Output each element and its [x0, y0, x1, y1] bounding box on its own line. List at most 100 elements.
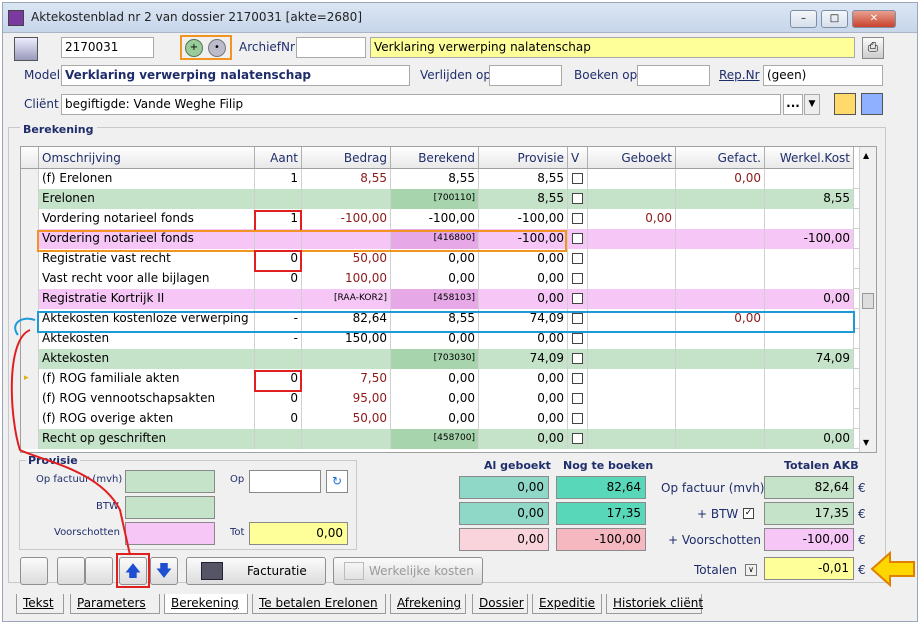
cell-bedrag[interactable]: [302, 349, 391, 369]
archief-input[interactable]: [296, 37, 366, 58]
prov-tot-field[interactable]: 0,00: [249, 522, 348, 545]
tab-expeditie[interactable]: Expeditie: [532, 594, 602, 614]
close-button[interactable]: ✕: [852, 10, 896, 28]
cell-aant[interactable]: [255, 349, 302, 369]
cell-aant[interactable]: [255, 189, 302, 209]
cell-berekend[interactable]: [700110]: [391, 189, 479, 209]
table-row[interactable]: Erelonen [700110] 8,55 8,55: [21, 189, 859, 209]
tab-dossier[interactable]: Dossier: [472, 594, 528, 614]
cell-berekend[interactable]: 8,55: [391, 169, 479, 189]
scroll-down-icon[interactable]: ▼: [863, 438, 869, 447]
cell-v[interactable]: [568, 389, 588, 409]
nav-icon[interactable]: •: [208, 39, 226, 57]
cell-omschrijving[interactable]: (f) Erelonen: [39, 169, 255, 189]
copy-icon[interactable]: [57, 557, 85, 585]
cell-geboekt[interactable]: [588, 269, 676, 289]
cell-berekend[interactable]: [703030]: [391, 349, 479, 369]
tab-tekst[interactable]: Tekst: [16, 594, 64, 614]
add-icon[interactable]: +: [185, 39, 203, 57]
cell-v[interactable]: [568, 409, 588, 429]
cell-bedrag[interactable]: 95,00: [302, 389, 391, 409]
cell-geboekt[interactable]: 0,00: [588, 209, 676, 229]
cell-bedrag[interactable]: 7,50: [302, 369, 391, 389]
cell-provisie[interactable]: 0,00: [479, 269, 568, 289]
cell-provisie[interactable]: 8,55: [479, 189, 568, 209]
tab-berekening[interactable]: Berekening: [164, 594, 248, 614]
prov-op-input[interactable]: [249, 470, 321, 493]
cell-geboekt[interactable]: [588, 229, 676, 249]
v-checkbox[interactable]: [572, 433, 583, 444]
col-aant[interactable]: Aant: [255, 147, 302, 169]
boeken-input[interactable]: [637, 65, 710, 86]
cell-aant[interactable]: 0: [255, 409, 302, 429]
cell-aant[interactable]: [255, 429, 302, 449]
cell-v[interactable]: [568, 269, 588, 289]
row-selector[interactable]: [21, 269, 39, 289]
cell-gefact[interactable]: [676, 209, 765, 229]
v-checkbox[interactable]: [572, 333, 583, 344]
cell-gefact[interactable]: [676, 409, 765, 429]
description-input[interactable]: Verklaring verwerping nalatenschap: [370, 37, 855, 58]
maximize-button[interactable]: □: [821, 10, 848, 28]
v-checkbox[interactable]: [572, 393, 583, 404]
cell-geboekt[interactable]: [588, 409, 676, 429]
cell-aant[interactable]: 1: [255, 169, 302, 189]
cell-aant[interactable]: [255, 289, 302, 309]
cell-v[interactable]: [568, 369, 588, 389]
cell-omschrijving[interactable]: Vast recht voor alle bijlagen: [39, 269, 255, 289]
cell-gefact[interactable]: [676, 229, 765, 249]
cell-werkel[interactable]: 74,09: [765, 349, 854, 369]
cell-werkel[interactable]: [765, 409, 854, 429]
cell-berekend[interactable]: [458700]: [391, 429, 479, 449]
cell-provisie[interactable]: 74,09: [479, 349, 568, 369]
archive-icon[interactable]: [20, 557, 48, 585]
v-checkbox[interactable]: [572, 353, 583, 364]
cell-geboekt[interactable]: [588, 389, 676, 409]
col-bedrag[interactable]: Bedrag: [302, 147, 391, 169]
table-row[interactable]: Vast recht voor alle bijlagen 0 100,00 0,00…: [21, 269, 859, 289]
cell-bedrag[interactable]: 8,55: [302, 169, 391, 189]
cell-geboekt[interactable]: [588, 349, 676, 369]
cell-werkel[interactable]: [765, 269, 854, 289]
cell-bedrag[interactable]: 50,00: [302, 249, 391, 269]
cell-bedrag[interactable]: [RAA-KOR2]: [302, 289, 391, 309]
v-checkbox[interactable]: [572, 373, 583, 384]
cell-v[interactable]: [568, 189, 588, 209]
dossier-input[interactable]: 2170031: [61, 37, 154, 58]
btw-checkbox[interactable]: ✓: [743, 508, 754, 519]
cell-gefact[interactable]: [676, 389, 765, 409]
col-geboekt[interactable]: Geboekt: [588, 147, 676, 169]
cell-gefact[interactable]: [676, 269, 765, 289]
cell-omschrijving[interactable]: Vordering notarieel fonds: [39, 209, 255, 229]
row-selector[interactable]: [21, 249, 39, 269]
tab-parameters[interactable]: Parameters: [70, 594, 160, 614]
cell-aant[interactable]: 0: [255, 269, 302, 289]
chevron-down-icon[interactable]: ▼: [804, 94, 820, 115]
table-row[interactable]: Vordering notarieel fonds 1 -100,00 -100,00…: [21, 209, 859, 229]
cell-geboekt[interactable]: [588, 369, 676, 389]
rep-input[interactable]: (geen): [763, 65, 883, 86]
col-v[interactable]: V: [568, 147, 588, 169]
cell-provisie[interactable]: 0,00: [479, 249, 568, 269]
row-selector[interactable]: [21, 189, 39, 209]
cell-geboekt[interactable]: [588, 169, 676, 189]
cell-provisie[interactable]: 0,00: [479, 389, 568, 409]
cell-v[interactable]: [568, 289, 588, 309]
cell-gefact[interactable]: [676, 289, 765, 309]
cell-gefact[interactable]: [676, 249, 765, 269]
minimize-button[interactable]: –: [790, 10, 817, 28]
col-berekend[interactable]: Berekend: [391, 147, 479, 169]
cell-werkel[interactable]: 0,00: [765, 429, 854, 449]
client-input[interactable]: begiftigde: Vande Weghe Filip: [61, 94, 781, 115]
v-checkbox[interactable]: [572, 213, 583, 224]
cell-bedrag[interactable]: 100,00: [302, 269, 391, 289]
cell-v[interactable]: [568, 229, 588, 249]
cell-berekend[interactable]: [458103]: [391, 289, 479, 309]
col-werkel[interactable]: Werkel.Kost: [765, 147, 854, 169]
cell-provisie[interactable]: 0,00: [479, 429, 568, 449]
move-down-icon[interactable]: 🡇: [150, 557, 178, 585]
cell-werkel[interactable]: [765, 249, 854, 269]
cell-gefact[interactable]: [676, 369, 765, 389]
cell-berekend[interactable]: 0,00: [391, 409, 479, 429]
model-input[interactable]: Verklaring verwerping nalatenschap: [61, 65, 410, 86]
